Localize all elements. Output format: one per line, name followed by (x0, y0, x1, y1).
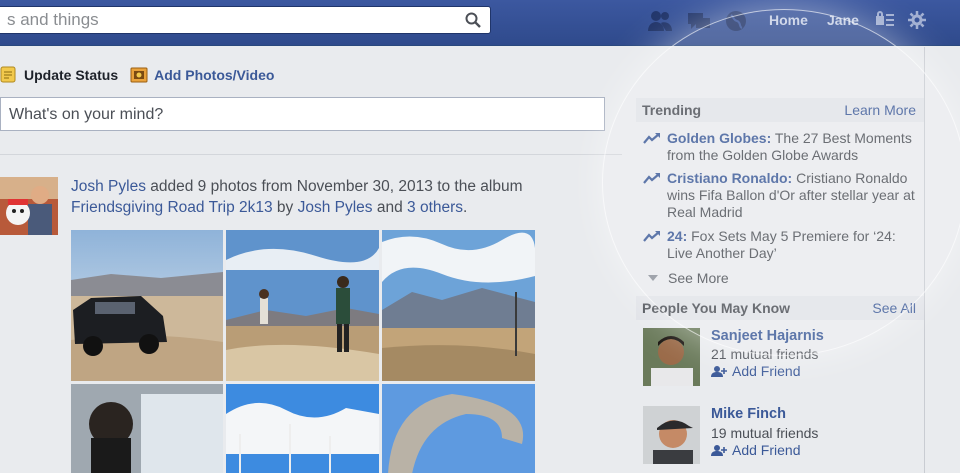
photo-driver[interactable] (71, 384, 223, 473)
add-friend-label: Add Friend (732, 363, 801, 379)
column-divider (924, 47, 925, 473)
pymk-title: People You May Know (642, 300, 791, 316)
profile-link[interactable]: Jane (827, 12, 859, 28)
trending-topic[interactable]: 24: (667, 228, 687, 244)
story-text-part: by (272, 199, 298, 216)
mutual-friends: 21 mutual friends (711, 346, 819, 362)
trending-arrow-icon (643, 173, 660, 184)
top-bar: s and things Home Jane (0, 0, 960, 46)
search-input[interactable]: s and things (0, 10, 456, 30)
update-status-label: Update Status (24, 66, 119, 83)
add-friend-icon (711, 365, 727, 377)
add-photos-label: Add Photos/Video (154, 66, 275, 83)
avatar[interactable] (643, 328, 700, 386)
trending-item[interactable]: Cristiano Ronaldo: Cristiano Ronaldo win… (643, 170, 923, 221)
home-link[interactable]: Home (769, 12, 808, 28)
search-button[interactable] (456, 7, 490, 33)
mutual-friends: 19 mutual friends (711, 425, 819, 441)
trending-topic[interactable]: Cristiano Ronaldo: (667, 170, 792, 186)
gear-icon[interactable] (908, 11, 926, 29)
see-more-label: See More (668, 270, 729, 286)
add-friend-label: Add Friend (732, 442, 801, 458)
story-text: Josh Pyles added 9 photos from November … (71, 176, 561, 218)
search-icon (465, 12, 481, 28)
update-status-tab[interactable]: Update Status (0, 66, 118, 83)
learn-more-link[interactable]: Learn More (844, 102, 916, 118)
photo-icon (130, 67, 148, 83)
add-friend-button[interactable]: Add Friend (711, 363, 800, 379)
trending-arrow-icon (643, 133, 660, 144)
divider (0, 154, 622, 155)
search-box[interactable]: s and things (0, 6, 491, 34)
story-text-part: and (372, 199, 408, 216)
add-photos-tab[interactable]: Add Photos/Video (130, 66, 274, 83)
trending-header: Trending Learn More (636, 98, 924, 122)
friends-icon[interactable] (647, 9, 673, 33)
status-icon (0, 66, 16, 83)
others-link[interactable]: 3 others (407, 199, 463, 216)
person-name-link[interactable]: Sanjeet Hajarnis (711, 328, 824, 344)
person-name-link[interactable]: Mike Finch (711, 406, 786, 422)
story-author-link-2[interactable]: Josh Pyles (298, 199, 373, 216)
trending-title: Trending (642, 102, 702, 118)
trending-desc: Fox Sets May 5 Premiere for ‘24: Live An… (667, 228, 896, 261)
album-link[interactable]: Friendsgiving Road Trip 2k13 (71, 199, 273, 216)
privacy-icon[interactable] (875, 11, 895, 29)
story-text-part: . (463, 199, 468, 216)
photo-dinosaur[interactable] (382, 384, 535, 473)
avatar[interactable] (0, 177, 58, 235)
story-text-part: added 9 photos from November 30, 2013 to… (145, 178, 523, 195)
messages-icon[interactable] (686, 9, 712, 33)
trending-item[interactable]: Golden Globes: The 27 Best Moments from … (643, 130, 923, 164)
photo-people[interactable] (226, 230, 379, 381)
pymk-header: People You May Know See All (636, 296, 924, 320)
chevron-down-icon (648, 275, 658, 281)
photo-car[interactable] (71, 230, 223, 381)
see-more-button[interactable]: See More (648, 270, 729, 286)
see-all-link[interactable]: See All (872, 300, 916, 316)
trending-topic[interactable]: Golden Globes: (667, 130, 771, 146)
trending-item[interactable]: 24: Fox Sets May 5 Premiere for ‘24: Liv… (643, 228, 923, 262)
add-friend-icon (711, 444, 727, 456)
avatar[interactable] (643, 406, 700, 464)
globe-icon[interactable] (723, 9, 749, 33)
story-author-link[interactable]: Josh Pyles (71, 178, 146, 195)
photo-mountains[interactable] (382, 230, 535, 381)
add-friend-button[interactable]: Add Friend (711, 442, 800, 458)
trending-arrow-icon (643, 231, 660, 242)
photo-windmills[interactable] (226, 384, 379, 473)
status-input[interactable]: What's on your mind? (0, 97, 605, 131)
composer-tabs: Update Status Add Photos/Video (0, 66, 274, 83)
